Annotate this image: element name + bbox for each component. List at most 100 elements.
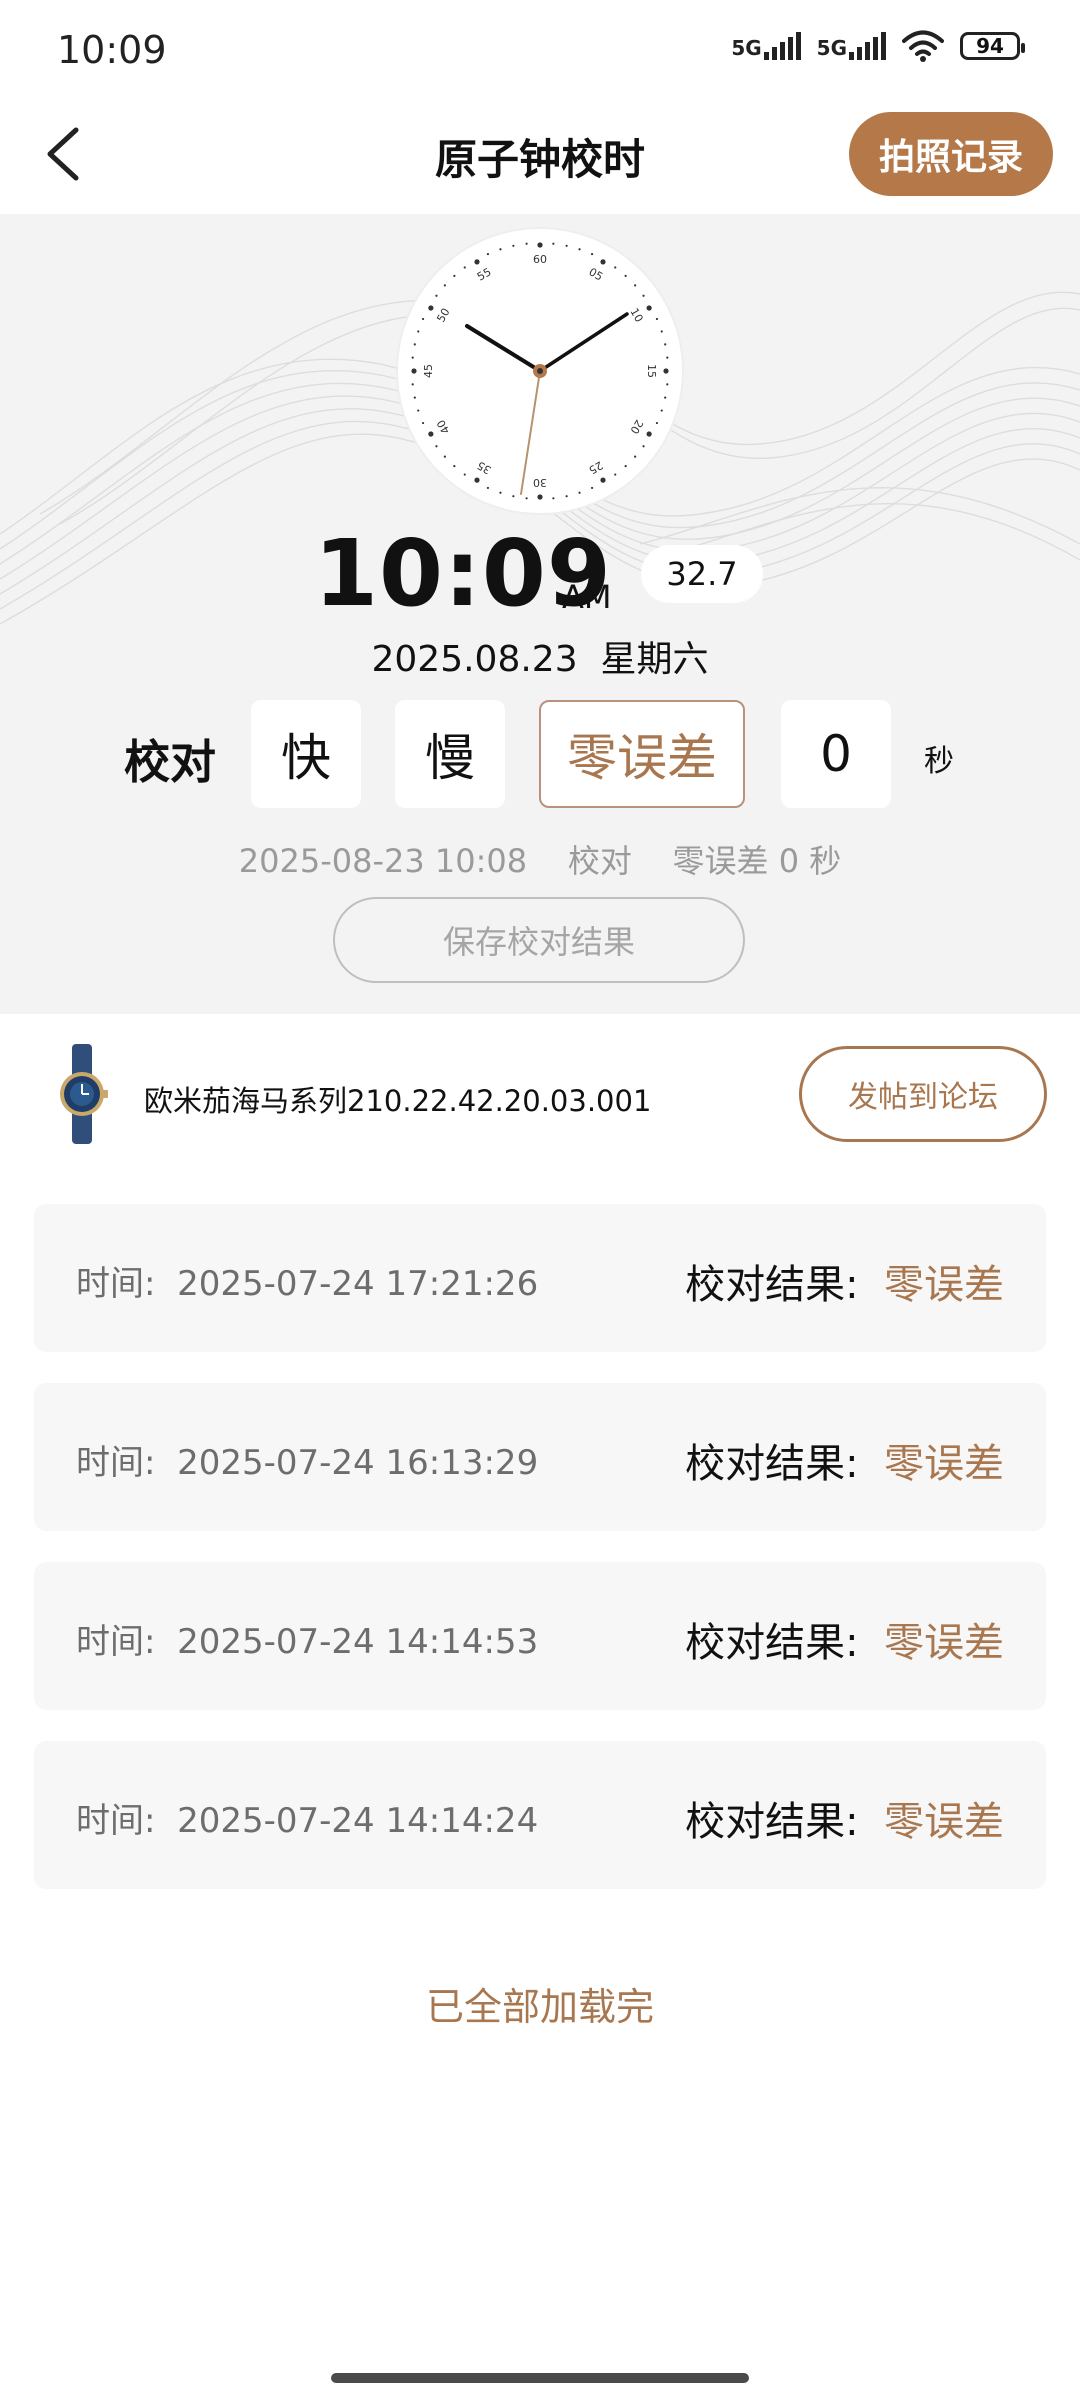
seconds-input[interactable]: 0 — [781, 700, 891, 808]
dial-minor-tick — [525, 242, 528, 245]
dial-minor-tick — [512, 495, 515, 498]
record-item[interactable]: 时间: 2025-07-24 17:21:26 校对结果: 零误差 — [34, 1204, 1046, 1352]
record-result-value: 零误差 — [884, 1441, 1004, 1487]
post-to-forum-button[interactable]: 发帖到论坛 — [799, 1046, 1047, 1142]
dial-minor-tick — [660, 409, 663, 412]
record-result-label: 校对结果: — [685, 1441, 859, 1487]
dial-number: 15 — [645, 364, 658, 378]
dial-minor-tick — [413, 343, 416, 346]
dial-minor-tick — [411, 383, 414, 386]
dial-minor-tick — [660, 330, 663, 333]
network-type-1: 5G — [731, 36, 762, 60]
signal-icon — [849, 32, 886, 60]
dial-minor-tick — [486, 486, 490, 490]
dial-number: 30 — [533, 476, 547, 489]
dial-minor-tick — [590, 252, 594, 256]
weekday: 星期六 — [600, 639, 709, 680]
dial-minor-tick — [614, 266, 617, 269]
last-calibration: 2025-08-23 10:08 校对 零误差 0 秒 — [0, 836, 1080, 882]
wifi-icon — [902, 30, 944, 62]
dial-minor-tick — [642, 445, 645, 448]
dial-minor-tick — [435, 445, 438, 448]
record-time: 时间: 2025-07-24 16:13:29 — [76, 1435, 538, 1484]
save-result-button[interactable]: 保存校对结果 — [333, 897, 745, 983]
home-indicator[interactable] — [331, 2373, 749, 2383]
dial-minor-tick — [499, 248, 502, 251]
record-item[interactable]: 时间: 2025-07-24 14:14:24 校对结果: 零误差 — [34, 1741, 1046, 1889]
dial-minor-tick — [624, 465, 627, 468]
dial-number: 60 — [533, 253, 547, 266]
dial-major-tick — [646, 305, 652, 311]
last-record-datetime: 2025-08-23 10:08 — [238, 842, 528, 880]
record-result: 校对结果: 零误差 — [685, 1431, 1004, 1489]
dial-minor-tick — [486, 252, 490, 256]
photo-record-button[interactable]: 拍照记录 — [849, 112, 1053, 196]
network-type-2: 5G — [816, 36, 847, 60]
dial-minor-tick — [435, 294, 438, 297]
dial-minor-tick — [624, 274, 627, 277]
date: 2025.08.23 — [371, 639, 578, 680]
seconds-unit: 秒 — [924, 744, 954, 779]
dial-major-tick — [600, 477, 606, 483]
record-time-label: 时间: — [76, 1801, 156, 1841]
dial-major-tick — [537, 494, 543, 500]
dial-minor-tick — [664, 343, 667, 346]
battery-icon: 94 — [960, 32, 1025, 60]
dial-minor-tick — [413, 396, 416, 399]
dial-minor-tick — [666, 356, 669, 359]
record-result-value: 零误差 — [884, 1262, 1004, 1308]
dial-minor-tick — [655, 421, 659, 425]
status-icons: 5G 5G 94 — [731, 30, 1025, 62]
dial-major-tick — [428, 305, 434, 311]
dial-minor-tick — [666, 383, 669, 386]
dial-minor-tick — [453, 274, 456, 277]
dial-major-tick — [600, 259, 606, 265]
record-time: 时间: 2025-07-24 14:14:24 — [76, 1793, 538, 1842]
record-time-label: 时间: — [76, 1622, 156, 1662]
dial-minor-tick — [590, 486, 594, 490]
record-item[interactable]: 时间: 2025-07-24 14:14:53 校对结果: 零误差 — [34, 1562, 1046, 1710]
dial-minor-tick — [664, 396, 667, 399]
record-time-value: 2025-07-24 14:14:53 — [177, 1622, 539, 1662]
record-result-label: 校对结果: — [685, 1620, 859, 1666]
record-time: 时间: 2025-07-24 14:14:53 — [76, 1614, 538, 1663]
zero-error-button[interactable]: 零误差 — [539, 700, 745, 808]
record-time: 时间: 2025-07-24 17:21:26 — [76, 1256, 538, 1305]
watch-name: 欧米茄海马系列210.22.42.20.03.001 — [144, 1084, 652, 1118]
dial-minor-tick — [634, 284, 637, 287]
dial-major-tick — [474, 259, 480, 265]
dial-minor-tick — [565, 244, 568, 247]
calibration-label: 校对 — [124, 735, 216, 789]
record-time-value: 2025-07-24 16:13:29 — [177, 1443, 539, 1483]
dial-minor-tick — [421, 317, 425, 321]
record-item[interactable]: 时间: 2025-07-24 16:13:29 校对结果: 零误差 — [34, 1383, 1046, 1531]
record-result: 校对结果: 零误差 — [685, 1789, 1004, 1847]
last-record-action: 校对 — [567, 842, 632, 880]
dial-major-tick — [663, 368, 669, 374]
dial-major-tick — [537, 242, 543, 248]
record-time-value: 2025-07-24 17:21:26 — [177, 1264, 539, 1304]
record-result-label: 校对结果: — [685, 1262, 859, 1308]
fast-button[interactable]: 快 — [251, 700, 361, 808]
watch-thumbnail — [60, 1044, 108, 1144]
dial-minor-tick — [552, 497, 555, 500]
record-result: 校对结果: 零误差 — [685, 1610, 1004, 1668]
record-time-label: 时间: — [76, 1264, 156, 1304]
dial-minor-tick — [453, 465, 456, 468]
slow-button[interactable]: 慢 — [395, 700, 505, 808]
record-result-value: 零误差 — [884, 1620, 1004, 1666]
dial-minor-tick — [614, 473, 617, 476]
dial-minor-tick — [578, 491, 581, 494]
dial-minor-tick — [499, 491, 502, 494]
dial-minor-tick — [443, 455, 446, 458]
dial-minor-tick — [565, 495, 568, 498]
dial-minor-tick — [417, 409, 420, 412]
record-time-value: 2025-07-24 14:14:24 — [177, 1801, 539, 1841]
dial-minor-tick — [634, 455, 637, 458]
dial-minor-tick — [642, 294, 645, 297]
record-result: 校对结果: 零误差 — [685, 1252, 1004, 1310]
record-result-value: 零误差 — [884, 1799, 1004, 1845]
am-pm: AM — [562, 578, 612, 616]
date-line: 2025.08.23 星期六 — [0, 630, 1080, 682]
last-record-result: 零误差 0 秒 — [672, 842, 842, 880]
